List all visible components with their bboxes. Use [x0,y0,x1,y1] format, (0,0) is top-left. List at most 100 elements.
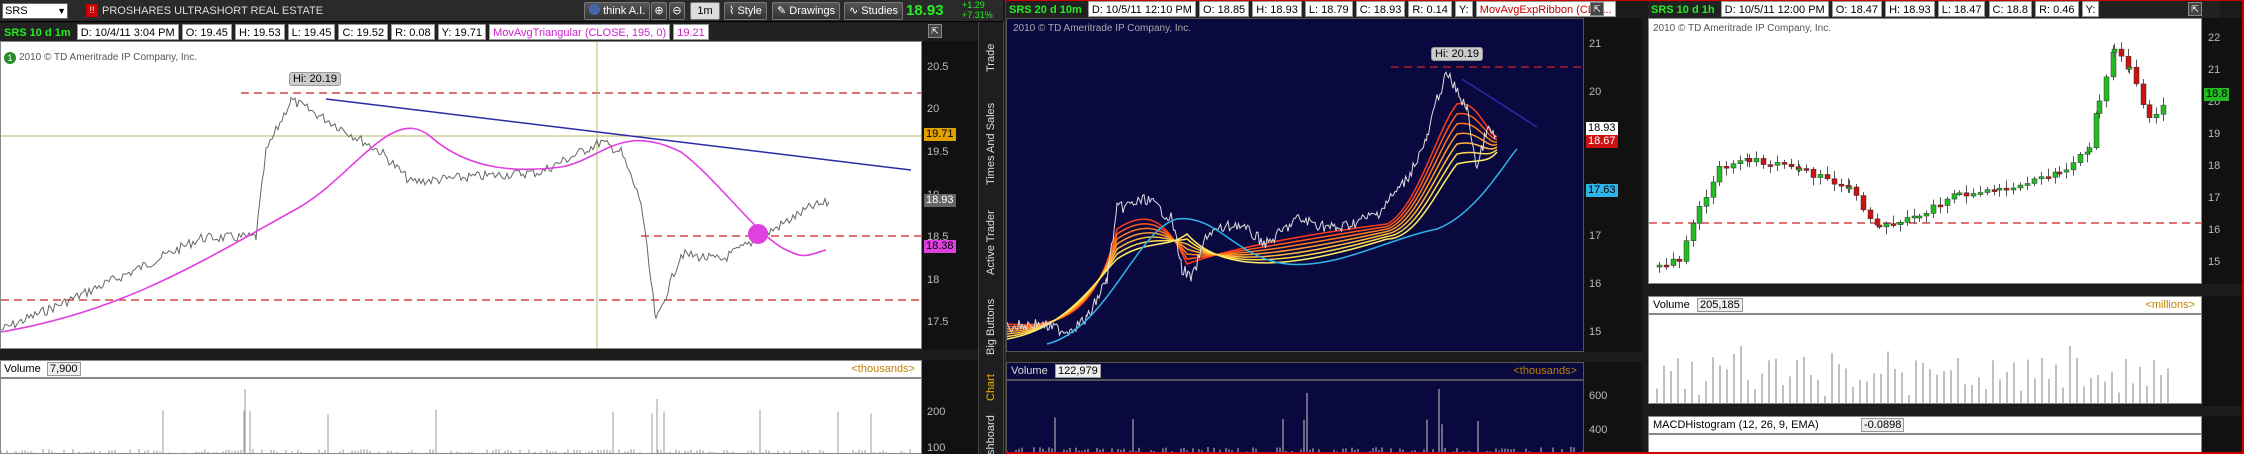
active-window-frame-top [1006,0,2244,1]
zoom-in-icon: ⊕ [654,5,664,17]
style-button[interactable]: ⌇ Style [724,2,767,20]
tab-active-trader[interactable]: Active Trader [979,200,1005,286]
chart1-volume-value: 7,900 [47,362,81,376]
tab-trade[interactable]: Trade [979,28,1005,88]
chart2-axis-label: 16 [1589,278,1602,290]
chart3-low: L: 18.47 [1937,1,1986,17]
symbol-text: SRS [5,5,28,17]
chart2-volume-bars [1007,389,1583,453]
candle-body [1774,162,1781,166]
candle-body [1911,215,1918,219]
chart2-axis-label: 15 [1589,326,1602,338]
chart-settings-icon: ⇱ [2191,4,2199,14]
candle-body [1683,240,1690,262]
candle-body [2133,66,2140,85]
chart1-volume-label: Volume [4,363,41,375]
symbol-input[interactable]: SRS ▼ [2,3,68,19]
candle-body [2070,162,2077,171]
candle-body [2077,153,2084,163]
percent-change: +7.31% [962,10,993,20]
chart-settings-icon: ⇱ [931,26,939,36]
chart3-date: D: 10/5/11 12:00 PM [1720,1,1829,17]
candle-body [2093,113,2100,149]
net-change: +1.29 [962,0,985,10]
chart3-axis-label: 22 [2208,32,2221,44]
tab-dashboard[interactable]: Dashboard [979,410,1005,454]
chart2-axis-label: 17 [1589,230,1602,242]
candle-body [1730,163,1737,169]
chart1-title[interactable]: SRS 10 d 1m [1,25,74,41]
candle-body [1716,165,1723,183]
candle-body [2045,176,2052,179]
chart3-price-panel[interactable]: 2010 © TD Ameritrade IP Company, Inc. [1648,18,2202,284]
chart1-study-name[interactable]: MovAvgTriangular (CLOSE, 195, 0) [489,24,671,40]
chart1-price-panel[interactable]: 1 2010 © TD Ameritrade IP Company, Inc. … [0,41,922,349]
moving-average-line [1,127,827,333]
chart1-axis-label: 19.5 [927,146,949,158]
tab-big-buttons[interactable]: Big Buttons [979,288,1005,366]
candle-body [2024,183,2031,186]
chart1-price-axis[interactable]: 20.5 20 19.5 19 18.5 18 17.5 19.71 18.93… [922,41,980,349]
chart3-volume-panel[interactable] [1648,314,2202,404]
candle-body [1970,193,1977,197]
chart3-title[interactable]: SRS 10 d 1h [1648,2,1718,18]
thinkai-button[interactable]: think A.I. [584,2,651,20]
chart3-volume-unit: <millions> [2145,299,2195,311]
chart2-volume-panel[interactable] [1006,380,1584,454]
chart1-date: D: 10/4/11 3:04 PM [76,24,179,40]
chart2-settings-button[interactable]: ⇱ [1590,2,1604,16]
crossover-marker [748,224,768,244]
chart2-ema-tag: 17.63 [1586,184,1618,197]
candle-body [1890,223,1897,226]
candle-body [1963,192,1970,197]
zoom-in-button[interactable]: ⊕ [651,2,667,20]
chart3-range: R: 0.46 [2035,1,2079,17]
candle-body [1737,160,1744,164]
candle-body [1781,162,1788,165]
studies-button[interactable]: ∿ Studies [844,2,903,20]
alert-icon[interactable]: !! [86,4,98,17]
chart2-price-panel[interactable]: 2010 © TD Ameritrade IP Company, Inc. Hi… [1006,18,1584,352]
chart2-high: H: 18.93 [1252,1,1302,17]
chart3-price-axis[interactable]: 22 21 20 19 18 17 16 15 18.8 [2202,18,2242,284]
chart1-plot [1,42,921,348]
chart1-low: L: 19.45 [287,24,336,40]
chart1-settings-button[interactable]: ⇱ [928,24,942,38]
chart1-ma-tag: 18.38 [924,240,956,253]
thinkai-icon [589,4,600,15]
symbol-description: PROSHARES ULTRASHORT REAL ESTATE [102,5,324,17]
chart1-volume-panel[interactable] [0,378,922,454]
chart2-price-axis[interactable]: 21 20 19 18 17 16 15 18.93 18.67 17.63 [1584,18,1642,352]
tab-chart[interactable]: Chart [979,368,1005,408]
candle-body [1767,164,1774,167]
chart2-title[interactable]: SRS 20 d 10m [1006,2,1085,18]
chart3-macd-label: MACDHistogram (12, 26, 9, EMA) [1653,419,1819,431]
zoom-out-icon: ⊖ [672,5,682,17]
chart3-axis-label: 16 [2208,224,2221,236]
chart2-volume-axis: 600 400 [1584,362,1642,454]
ema-ribbon-line [1007,148,1498,338]
drawings-button[interactable]: ✎ Drawings [772,2,841,20]
candle-body [2003,187,2010,191]
candle-body [1703,197,1710,207]
tab-times-and-sales[interactable]: Times And Sales [979,90,1005,198]
chart2-ribbon-tag: 18.67 [1586,135,1618,148]
candle-body [1991,189,1998,192]
chart3-macd-panel[interactable] [1648,434,2202,454]
chart2-volume-value: 122,979 [1055,364,1101,378]
zoom-out-button[interactable]: ⊖ [669,2,685,20]
chart1-close: C: 19.52 [338,24,389,40]
chart2-axis-label: 21 [1589,38,1602,50]
chart1-axis-label: 17.5 [927,316,949,328]
candle-body [1663,264,1670,268]
candle-body [1746,158,1753,163]
chart3-settings-button[interactable]: ⇱ [2188,2,2202,16]
chart2-volume-unit: <thousands> [1513,365,1577,377]
candle-body [2126,66,2133,70]
candle-body [1656,264,1663,268]
interval-button[interactable]: 1m [690,2,720,20]
pencil-icon: ✎ [777,5,787,17]
dropdown-icon[interactable]: ▼ [57,4,66,18]
chart3-volume-label: Volume [1653,299,1690,311]
active-window-frame-left [1005,0,1006,454]
